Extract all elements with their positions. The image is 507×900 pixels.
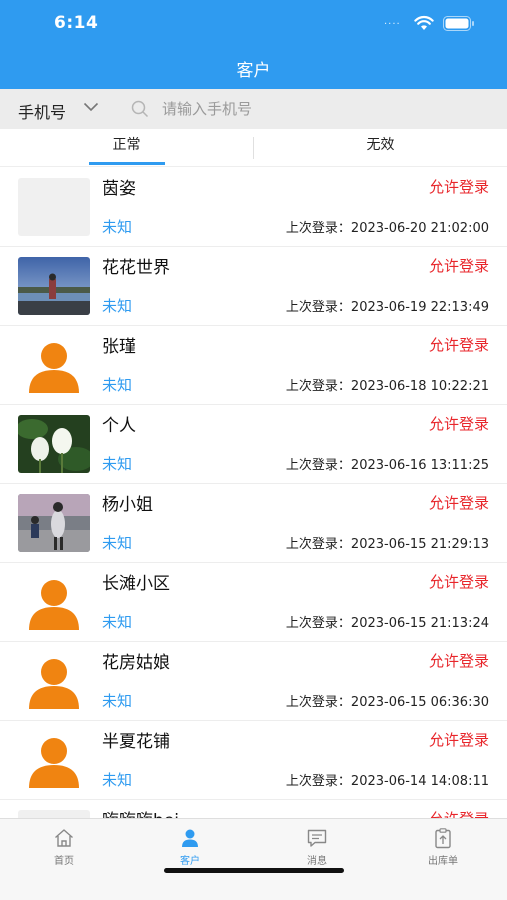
customer-tag: 未知: [102, 613, 133, 631]
customer-name: 杨小姐: [102, 495, 153, 515]
customer-tag: 未知: [102, 376, 133, 394]
last-login: 上次登录：2023-06-15 21:13:24: [285, 616, 489, 631]
last-login: 上次登录：2023-06-20 21:02:00: [285, 221, 489, 236]
customer-name: 嗨嗨嗨hei: [102, 806, 179, 818]
battery-icon: [443, 16, 474, 31]
person-icon: [182, 829, 198, 847]
avatar-default-person-icon: [18, 731, 90, 789]
customer-tag: 未知: [102, 771, 133, 789]
avatar-default-person-icon: [18, 573, 90, 631]
customer-name: 张瑾: [102, 337, 136, 357]
customer-row[interactable]: 杨小姐 允许登录 未知 上次登录：2023-06-15 21:29:13: [0, 484, 507, 563]
avatar-photo: [18, 415, 90, 473]
tab-outbound-orders-label: 出库单: [428, 856, 458, 867]
customer-row[interactable]: 个人 允许登录 未知 上次登录：2023-06-16 13:11:25: [0, 405, 507, 484]
wifi-icon: [414, 15, 434, 30]
login-status[interactable]: 允许登录: [429, 650, 489, 671]
login-status[interactable]: 允许登录: [429, 334, 489, 355]
status-bar: 6:14 ····: [0, 0, 507, 48]
status-tabs: 正常 无效: [0, 129, 507, 167]
tab-home[interactable]: 首页: [14, 827, 114, 871]
tab-messages-label: 消息: [307, 856, 327, 867]
tab-customers[interactable]: 客户: [140, 827, 240, 871]
search-input[interactable]: [162, 96, 482, 122]
chevron-down-icon[interactable]: [83, 102, 99, 112]
last-login: 上次登录：2023-06-16 13:11:25: [285, 458, 489, 473]
status-time: 6:14: [54, 13, 99, 33]
login-status[interactable]: 允许登录: [429, 413, 489, 434]
clipboard-icon: [435, 828, 451, 849]
page-title: 客户: [236, 61, 271, 81]
customer-tag: 未知: [102, 534, 133, 552]
avatar-default-person-icon: [18, 336, 90, 394]
customer-row[interactable]: 嗨嗨嗨hei 允许登录: [0, 800, 507, 818]
tab-active-indicator: [89, 162, 165, 165]
customer-name: 半夏花铺: [102, 732, 170, 752]
search-bar: 手机号: [0, 89, 507, 129]
home-icon: [55, 829, 73, 847]
last-login: 上次登录：2023-06-18 10:22:21: [285, 379, 489, 394]
customer-tag: 未知: [102, 692, 133, 710]
customer-row[interactable]: 长滩小区 允许登录 未知 上次登录：2023-06-15 21:13:24: [0, 563, 507, 642]
signal-dots: ····: [384, 19, 401, 30]
customer-tag: 未知: [102, 218, 133, 236]
customer-name: 茵姿: [102, 179, 136, 199]
customer-row[interactable]: 张瑾 允许登录 未知 上次登录：2023-06-18 10:22:21: [0, 326, 507, 405]
login-status[interactable]: 允许登录: [429, 808, 489, 818]
search-field-select[interactable]: 手机号: [18, 99, 66, 123]
login-status[interactable]: 允许登录: [429, 492, 489, 513]
customer-tag: 未知: [102, 455, 133, 473]
tab-customers-label: 客户: [180, 856, 200, 867]
avatar-blank: [18, 810, 90, 818]
message-icon: [307, 829, 327, 847]
login-status[interactable]: 允许登录: [429, 571, 489, 592]
tab-home-label: 首页: [54, 856, 74, 867]
login-status[interactable]: 允许登录: [429, 729, 489, 750]
tab-messages[interactable]: 消息: [267, 827, 367, 871]
avatar-blank: [18, 178, 90, 236]
app-header: 6:14 ···· 客户: [0, 0, 507, 89]
customer-name: 个人: [102, 416, 136, 436]
tab-invalid[interactable]: 无效: [254, 129, 507, 167]
customer-row[interactable]: 茵姿 允许登录 未知 上次登录：2023-06-20 21:02:00: [0, 168, 507, 247]
avatar-photo: [18, 494, 90, 552]
last-login: 上次登录：2023-06-15 06:36:30: [285, 695, 489, 710]
customer-row[interactable]: 花房姑娘 允许登录 未知 上次登录：2023-06-15 06:36:30: [0, 642, 507, 721]
avatar-photo: [18, 257, 90, 315]
customer-name: 长滩小区: [102, 574, 170, 594]
avatar-default-person-icon: [18, 652, 90, 710]
customer-tag: 未知: [102, 297, 133, 315]
customer-name: 花花世界: [102, 258, 170, 278]
customer-row[interactable]: 花花世界 允许登录 未知 上次登录：2023-06-19 22:13:49: [0, 247, 507, 326]
tab-outbound-orders[interactable]: 出库单: [393, 827, 493, 871]
customer-name: 花房姑娘: [102, 653, 170, 673]
customer-row[interactable]: 半夏花铺 允许登录 未知 上次登录：2023-06-14 14:08:11: [0, 721, 507, 800]
login-status[interactable]: 允许登录: [429, 255, 489, 276]
login-status[interactable]: 允许登录: [429, 176, 489, 197]
last-login: 上次登录：2023-06-15 21:29:13: [285, 537, 489, 552]
bottom-tab-bar: 首页 客户 消息 出库单: [0, 818, 507, 900]
last-login: 上次登录：2023-06-19 22:13:49: [285, 300, 489, 315]
home-indicator: [164, 868, 344, 873]
customer-list: 茵姿 允许登录 未知 上次登录：2023-06-20 21:02:00 花花世界…: [0, 168, 507, 818]
search-icon: [131, 100, 149, 118]
last-login: 上次登录：2023-06-14 14:08:11: [285, 774, 489, 789]
